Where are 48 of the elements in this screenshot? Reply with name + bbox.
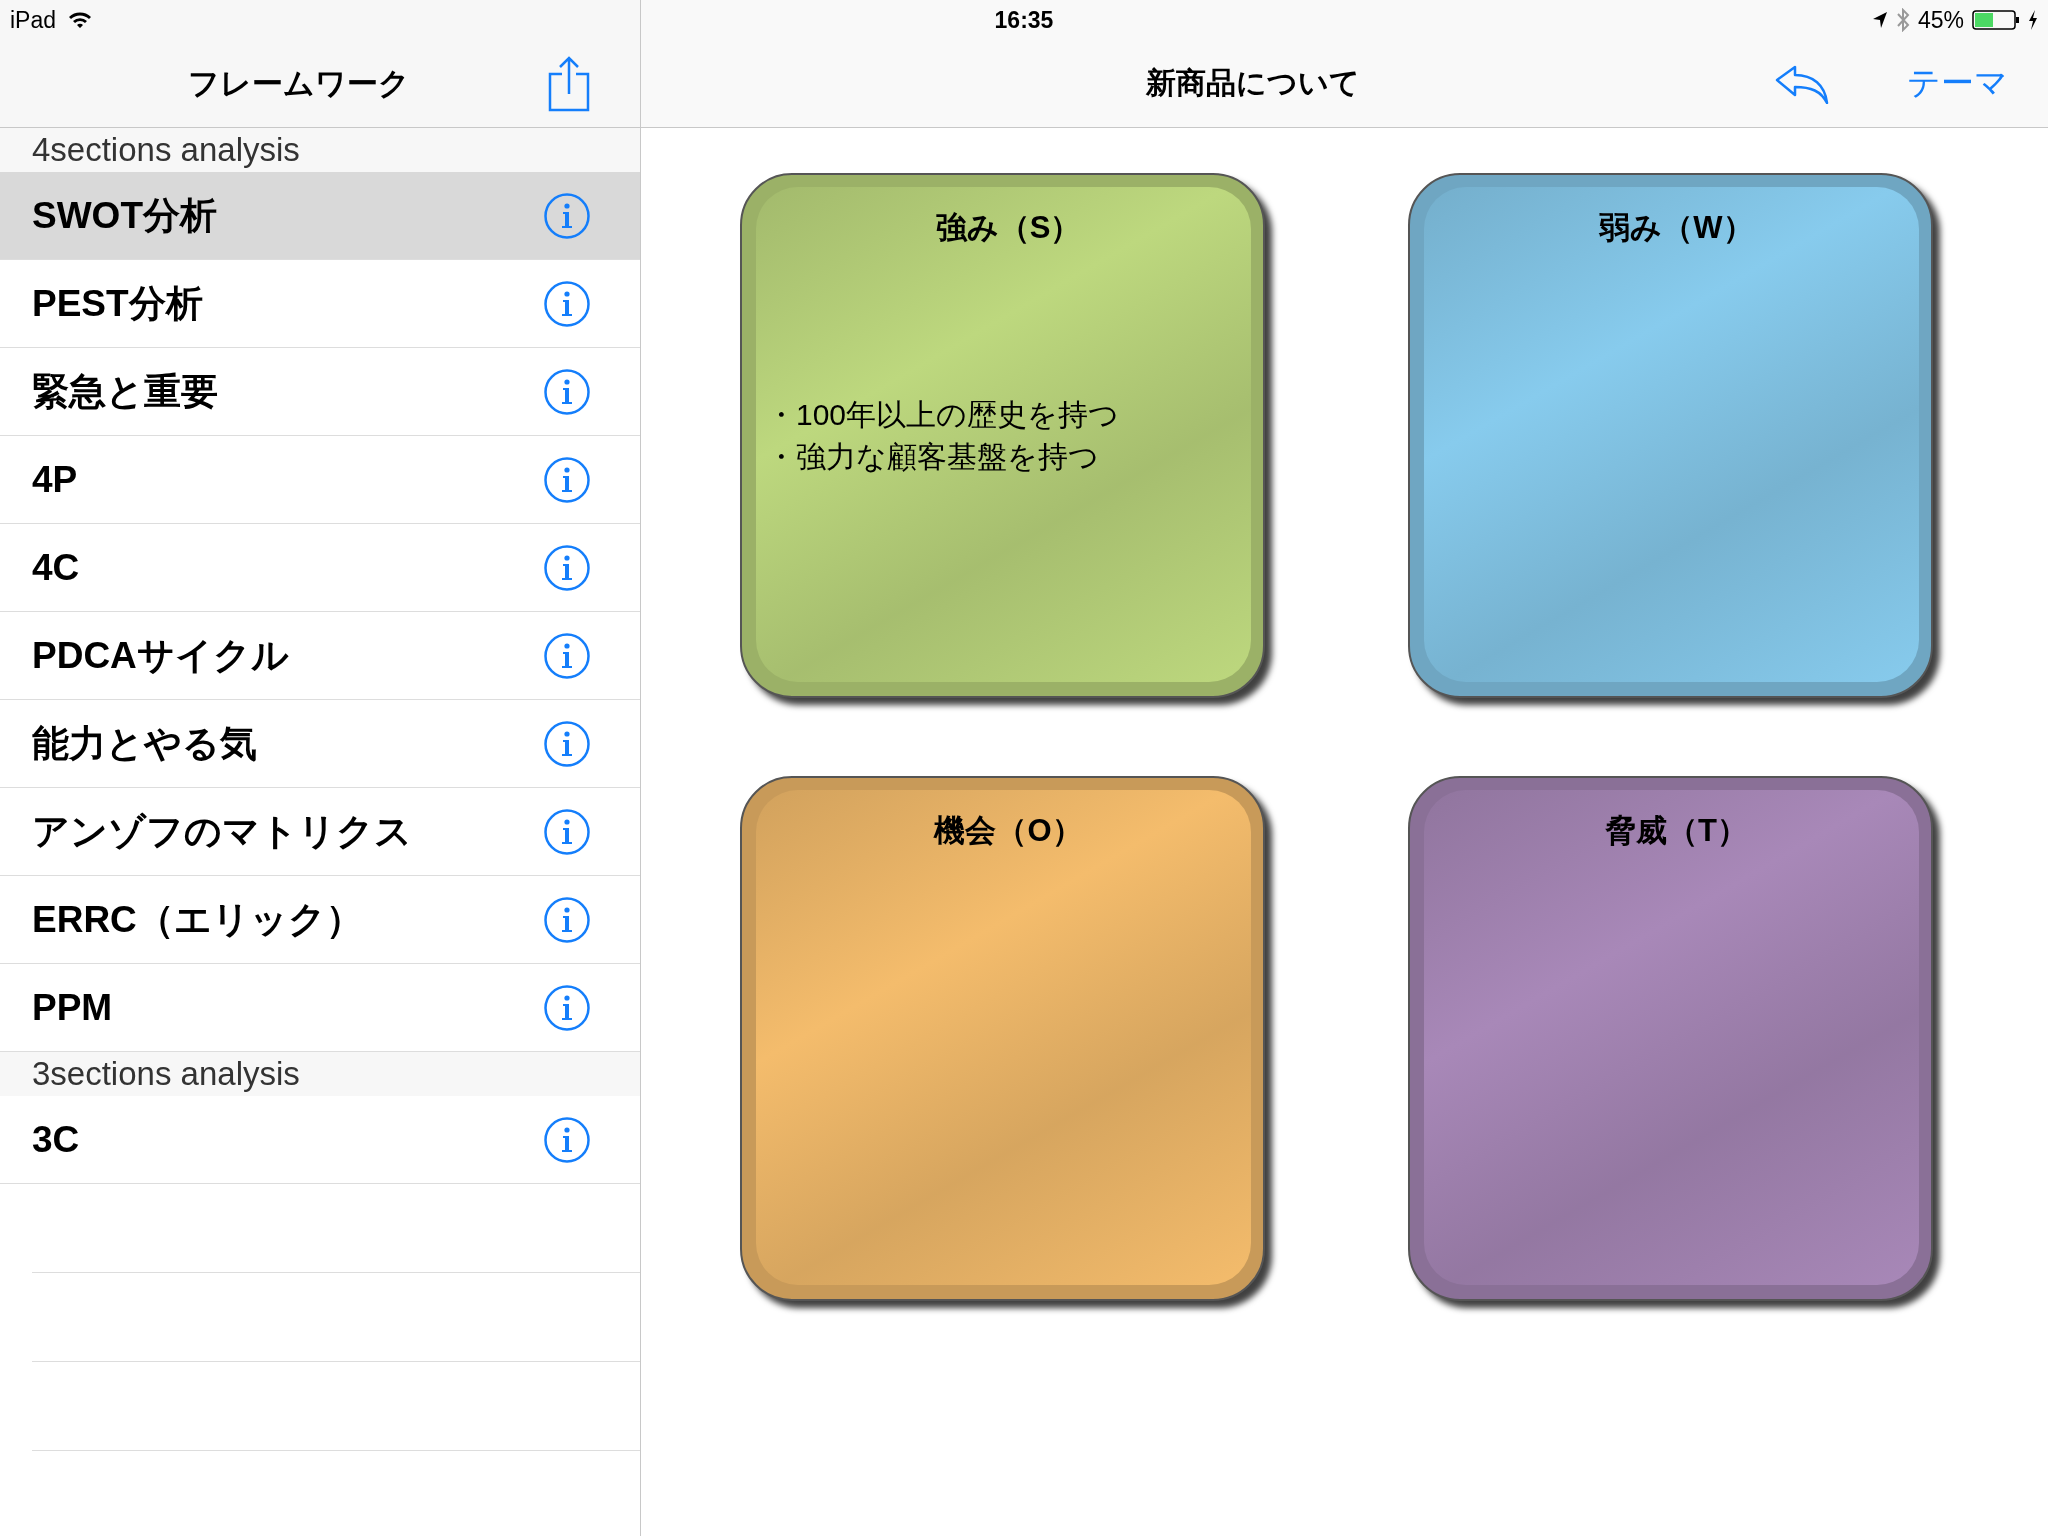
info-icon[interactable] <box>544 984 590 1031</box>
row-label: アンゾフのマトリクス <box>32 809 413 854</box>
charging-bolt-icon <box>2028 10 2038 30</box>
info-icon[interactable] <box>544 192 590 239</box>
row-label: 能力とやる気 <box>32 721 258 766</box>
wifi-icon <box>68 11 93 29</box>
sticky-note[interactable]: 弱み（W） <box>1408 173 1933 698</box>
row-label: 4P <box>32 458 79 501</box>
sidebar-title: フレームワーク <box>187 64 411 103</box>
row-label: PPM <box>32 986 114 1029</box>
row-label: PEST分析 <box>32 281 204 326</box>
document-title: 新商品について <box>1145 65 1361 101</box>
info-icon[interactable] <box>544 896 590 943</box>
sticky-note[interactable]: 機会（O） <box>740 776 1265 1301</box>
bluetooth-icon <box>1895 8 1910 32</box>
info-icon[interactable] <box>544 720 590 767</box>
info-icon[interactable] <box>544 544 590 591</box>
note-line: ・100年以上の歴史を持つ <box>766 396 1121 433</box>
row-label: ERRC（エリック） <box>32 897 364 942</box>
row-label: SWOT分析 <box>32 193 218 238</box>
theme-button[interactable]: テーマ <box>1907 61 2008 106</box>
section-header: 3sections analysis <box>0 1052 640 1096</box>
info-icon[interactable] <box>544 368 590 415</box>
note-title: 弱み（W） <box>1598 209 1755 247</box>
info-icon[interactable] <box>544 280 590 327</box>
location-arrow-icon <box>1871 11 1888 29</box>
row-label: PDCAサイクル <box>32 633 290 678</box>
note-title: 強み（S） <box>934 209 1083 247</box>
row-label: 4C <box>32 546 81 589</box>
info-icon[interactable] <box>544 1116 590 1163</box>
section-header: 4sections analysis <box>0 128 640 172</box>
info-icon[interactable] <box>544 632 590 679</box>
info-icon[interactable] <box>544 808 590 855</box>
note-title: 機会（O） <box>932 812 1084 850</box>
reply-arrow-icon[interactable] <box>1775 63 1829 104</box>
sticky-note[interactable]: 強み（S） ・100年以上の歴史を持つ ・強力な顧客基盤を持つ <box>740 173 1265 698</box>
share-icon[interactable] <box>548 55 590 112</box>
note-title: 脅威（T） <box>1604 812 1749 850</box>
list-row[interactable]: SWOT分析 <box>0 172 640 260</box>
battery-icon <box>1972 10 2020 30</box>
info-icon[interactable] <box>544 456 590 503</box>
row-label: 3C <box>32 1118 81 1161</box>
note-line: ・強力な顧客基盤を持つ <box>766 438 1100 475</box>
sticky-note[interactable]: 脅威（T） <box>1408 776 1933 1301</box>
battery-percent: 45% <box>1917 6 1964 34</box>
row-label: 緊急と重要 <box>32 369 219 414</box>
clock: 16:35 <box>994 6 1054 33</box>
device-name: iPad <box>10 6 57 34</box>
